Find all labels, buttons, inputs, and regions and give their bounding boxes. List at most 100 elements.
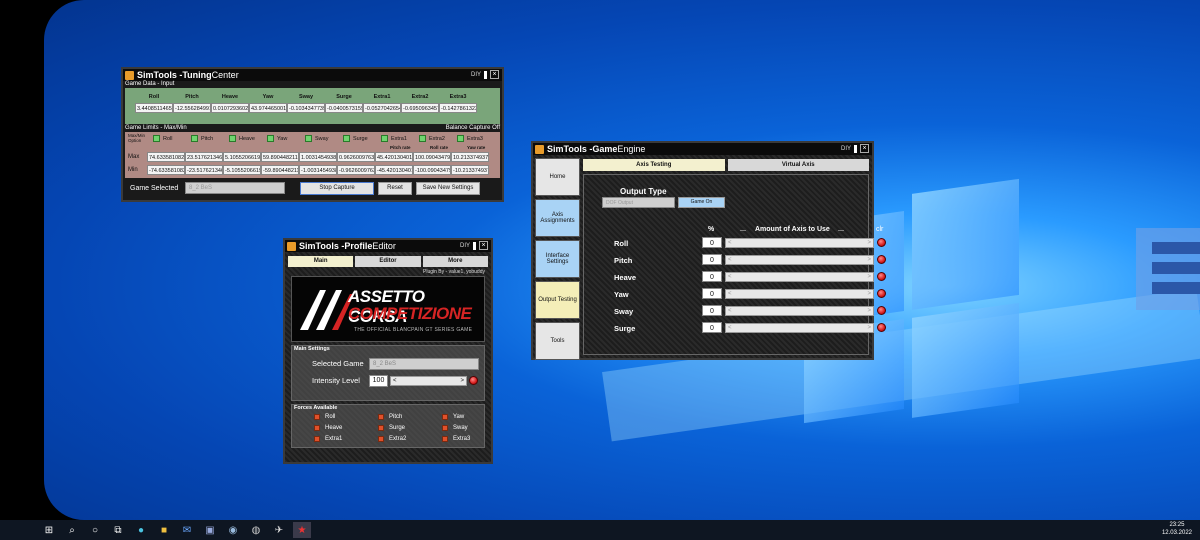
- save-new-settings-button[interactable]: Save New Settings: [416, 181, 480, 195]
- search-icon[interactable]: ⌕: [63, 522, 81, 538]
- slider-right-arrow[interactable]: >: [867, 307, 871, 315]
- title-bar[interactable]: SimTools - Profile Editor DIY ×: [285, 240, 491, 252]
- force-item[interactable]: Heave: [314, 425, 342, 431]
- axis-percent-field[interactable]: 0: [702, 288, 722, 299]
- tab-axis-testing[interactable]: Axis Testing: [583, 159, 725, 171]
- max-value-field[interactable]: 0.9626009763: [337, 152, 375, 162]
- force-item[interactable]: Extra2: [378, 436, 406, 442]
- min-value-field[interactable]: -59.890448211: [261, 165, 299, 175]
- checkbox-icon[interactable]: [267, 135, 274, 143]
- sidebar-item-interface-settings[interactable]: Interface Settings: [535, 240, 580, 278]
- tab-more[interactable]: More: [422, 256, 488, 267]
- min-value-field[interactable]: -45.4201304011: [375, 165, 413, 175]
- cortana-icon[interactable]: ○: [86, 522, 104, 538]
- title-bar[interactable]: SimTools - Game Engine DIY ×: [533, 143, 872, 155]
- force-checkbox-icon[interactable]: [442, 414, 448, 420]
- output-type-dropdown[interactable]: DOF Output: [602, 197, 675, 208]
- title-bar[interactable]: SimTools - Tuning Center DIY ×: [123, 69, 502, 81]
- tab-virtual-axis[interactable]: Virtual Axis: [727, 159, 869, 171]
- slider-left-arrow[interactable]: <: [728, 257, 732, 263]
- slider-right-arrow[interactable]: >: [867, 273, 871, 281]
- axis-checkbox-item[interactable]: Extra2: [419, 134, 457, 144]
- minimize-icon[interactable]: [854, 144, 857, 153]
- max-value-field[interactable]: 23.517621346: [185, 152, 223, 162]
- force-item[interactable]: Extra1: [314, 436, 342, 442]
- min-value-field[interactable]: -0.9626009763: [337, 165, 375, 175]
- axis-slider[interactable]: < >: [725, 272, 874, 282]
- force-checkbox-icon[interactable]: [314, 425, 320, 431]
- app-icon[interactable]: ◉: [224, 522, 242, 538]
- clear-axis-button[interactable]: [877, 238, 886, 247]
- min-value-field[interactable]: -100.09043479: [413, 165, 451, 175]
- clear-axis-button[interactable]: [877, 255, 886, 264]
- sidebar-item-axis-assignments[interactable]: Axis Assignments: [535, 199, 580, 237]
- min-value-field[interactable]: -74.633581082: [147, 165, 185, 175]
- sidebar-item-tools[interactable]: Tools: [535, 322, 580, 360]
- axis-checkbox-item[interactable]: Yaw: [267, 134, 305, 144]
- axis-checkbox-item[interactable]: Heave: [229, 134, 267, 144]
- clear-axis-button[interactable]: [877, 323, 886, 332]
- slider-left-arrow[interactable]: <: [393, 378, 397, 384]
- force-checkbox-icon[interactable]: [442, 425, 448, 431]
- stop-capture-button[interactable]: Stop Capture: [300, 181, 374, 195]
- checkbox-icon[interactable]: [381, 135, 388, 143]
- sidebar-item-home[interactable]: Home: [535, 158, 580, 196]
- sidebar-item-output-testing[interactable]: Output Testing: [535, 281, 580, 319]
- max-value-field[interactable]: 45.4201304011: [375, 152, 413, 162]
- intensity-slider[interactable]: < >: [390, 376, 467, 386]
- slider-left-arrow[interactable]: <: [728, 325, 732, 331]
- slider-right-arrow[interactable]: >: [867, 290, 871, 298]
- force-checkbox-icon[interactable]: [378, 414, 384, 420]
- axis-percent-field[interactable]: 0: [702, 305, 722, 316]
- star-app-icon[interactable]: ★: [293, 522, 311, 538]
- axis-slider[interactable]: < >: [725, 306, 874, 316]
- minimize-icon[interactable]: [484, 70, 487, 79]
- selected-game-field[interactable]: 8_2 BeS: [369, 358, 479, 370]
- clear-axis-button[interactable]: [877, 272, 886, 281]
- mail-icon[interactable]: ✉: [178, 522, 196, 538]
- force-checkbox-icon[interactable]: [314, 414, 320, 420]
- max-value-field[interactable]: 100.09043479: [413, 152, 451, 162]
- max-value-field[interactable]: 59.890448211: [261, 152, 299, 162]
- force-checkbox-icon[interactable]: [314, 436, 320, 442]
- tab-editor[interactable]: Editor: [355, 256, 421, 267]
- slider-right-arrow[interactable]: >: [867, 239, 871, 247]
- clear-axis-button[interactable]: [877, 289, 886, 298]
- axis-checkbox-item[interactable]: Sway: [305, 134, 343, 144]
- force-item[interactable]: Yaw: [442, 414, 464, 420]
- force-item[interactable]: Pitch: [378, 414, 402, 420]
- game-selected-dropdown[interactable]: 8_2 BeS: [185, 182, 285, 194]
- max-value-field[interactable]: 74.633581082: [147, 152, 185, 162]
- simtools-taskbar-icon[interactable]: ✈: [270, 522, 288, 538]
- start-icon[interactable]: ⊞: [40, 522, 58, 538]
- steam-icon[interactable]: ◍: [247, 522, 265, 538]
- force-checkbox-icon[interactable]: [442, 436, 448, 442]
- close-icon[interactable]: ×: [479, 241, 488, 250]
- slider-left-arrow[interactable]: <: [728, 291, 732, 297]
- axis-checkbox-item[interactable]: Roll: [153, 134, 191, 144]
- explorer-icon[interactable]: ■: [155, 522, 173, 538]
- axis-slider[interactable]: < >: [725, 238, 874, 248]
- min-value-field[interactable]: -1.0031454938: [299, 165, 337, 175]
- slider-left-arrow[interactable]: <: [728, 240, 732, 246]
- max-value-field[interactable]: 10.213374937: [451, 152, 489, 162]
- axis-percent-field[interactable]: 0: [702, 237, 722, 248]
- intensity-clear-button[interactable]: [469, 376, 478, 385]
- axis-checkbox-item[interactable]: Extra1: [381, 134, 419, 144]
- force-checkbox-icon[interactable]: [378, 425, 384, 431]
- checkbox-icon[interactable]: [229, 135, 236, 143]
- task-view-icon[interactable]: ⧉: [109, 522, 127, 538]
- reset-button[interactable]: Reset: [378, 181, 412, 195]
- close-icon[interactable]: ×: [860, 144, 869, 153]
- checkbox-icon[interactable]: [305, 135, 312, 143]
- checkbox-icon[interactable]: [343, 135, 350, 143]
- slider-left-arrow[interactable]: <: [728, 308, 732, 314]
- min-value-field[interactable]: -5.1055206619: [223, 165, 261, 175]
- clock[interactable]: 23:25 12.03.2022: [1162, 521, 1192, 537]
- slider-left-arrow[interactable]: <: [728, 274, 732, 280]
- store-icon[interactable]: ▣: [201, 522, 219, 538]
- intensity-value-field[interactable]: 100: [369, 375, 388, 387]
- minimize-icon[interactable]: [473, 241, 476, 250]
- force-item[interactable]: Roll: [314, 414, 335, 420]
- axis-checkbox-item[interactable]: Extra3: [457, 134, 495, 144]
